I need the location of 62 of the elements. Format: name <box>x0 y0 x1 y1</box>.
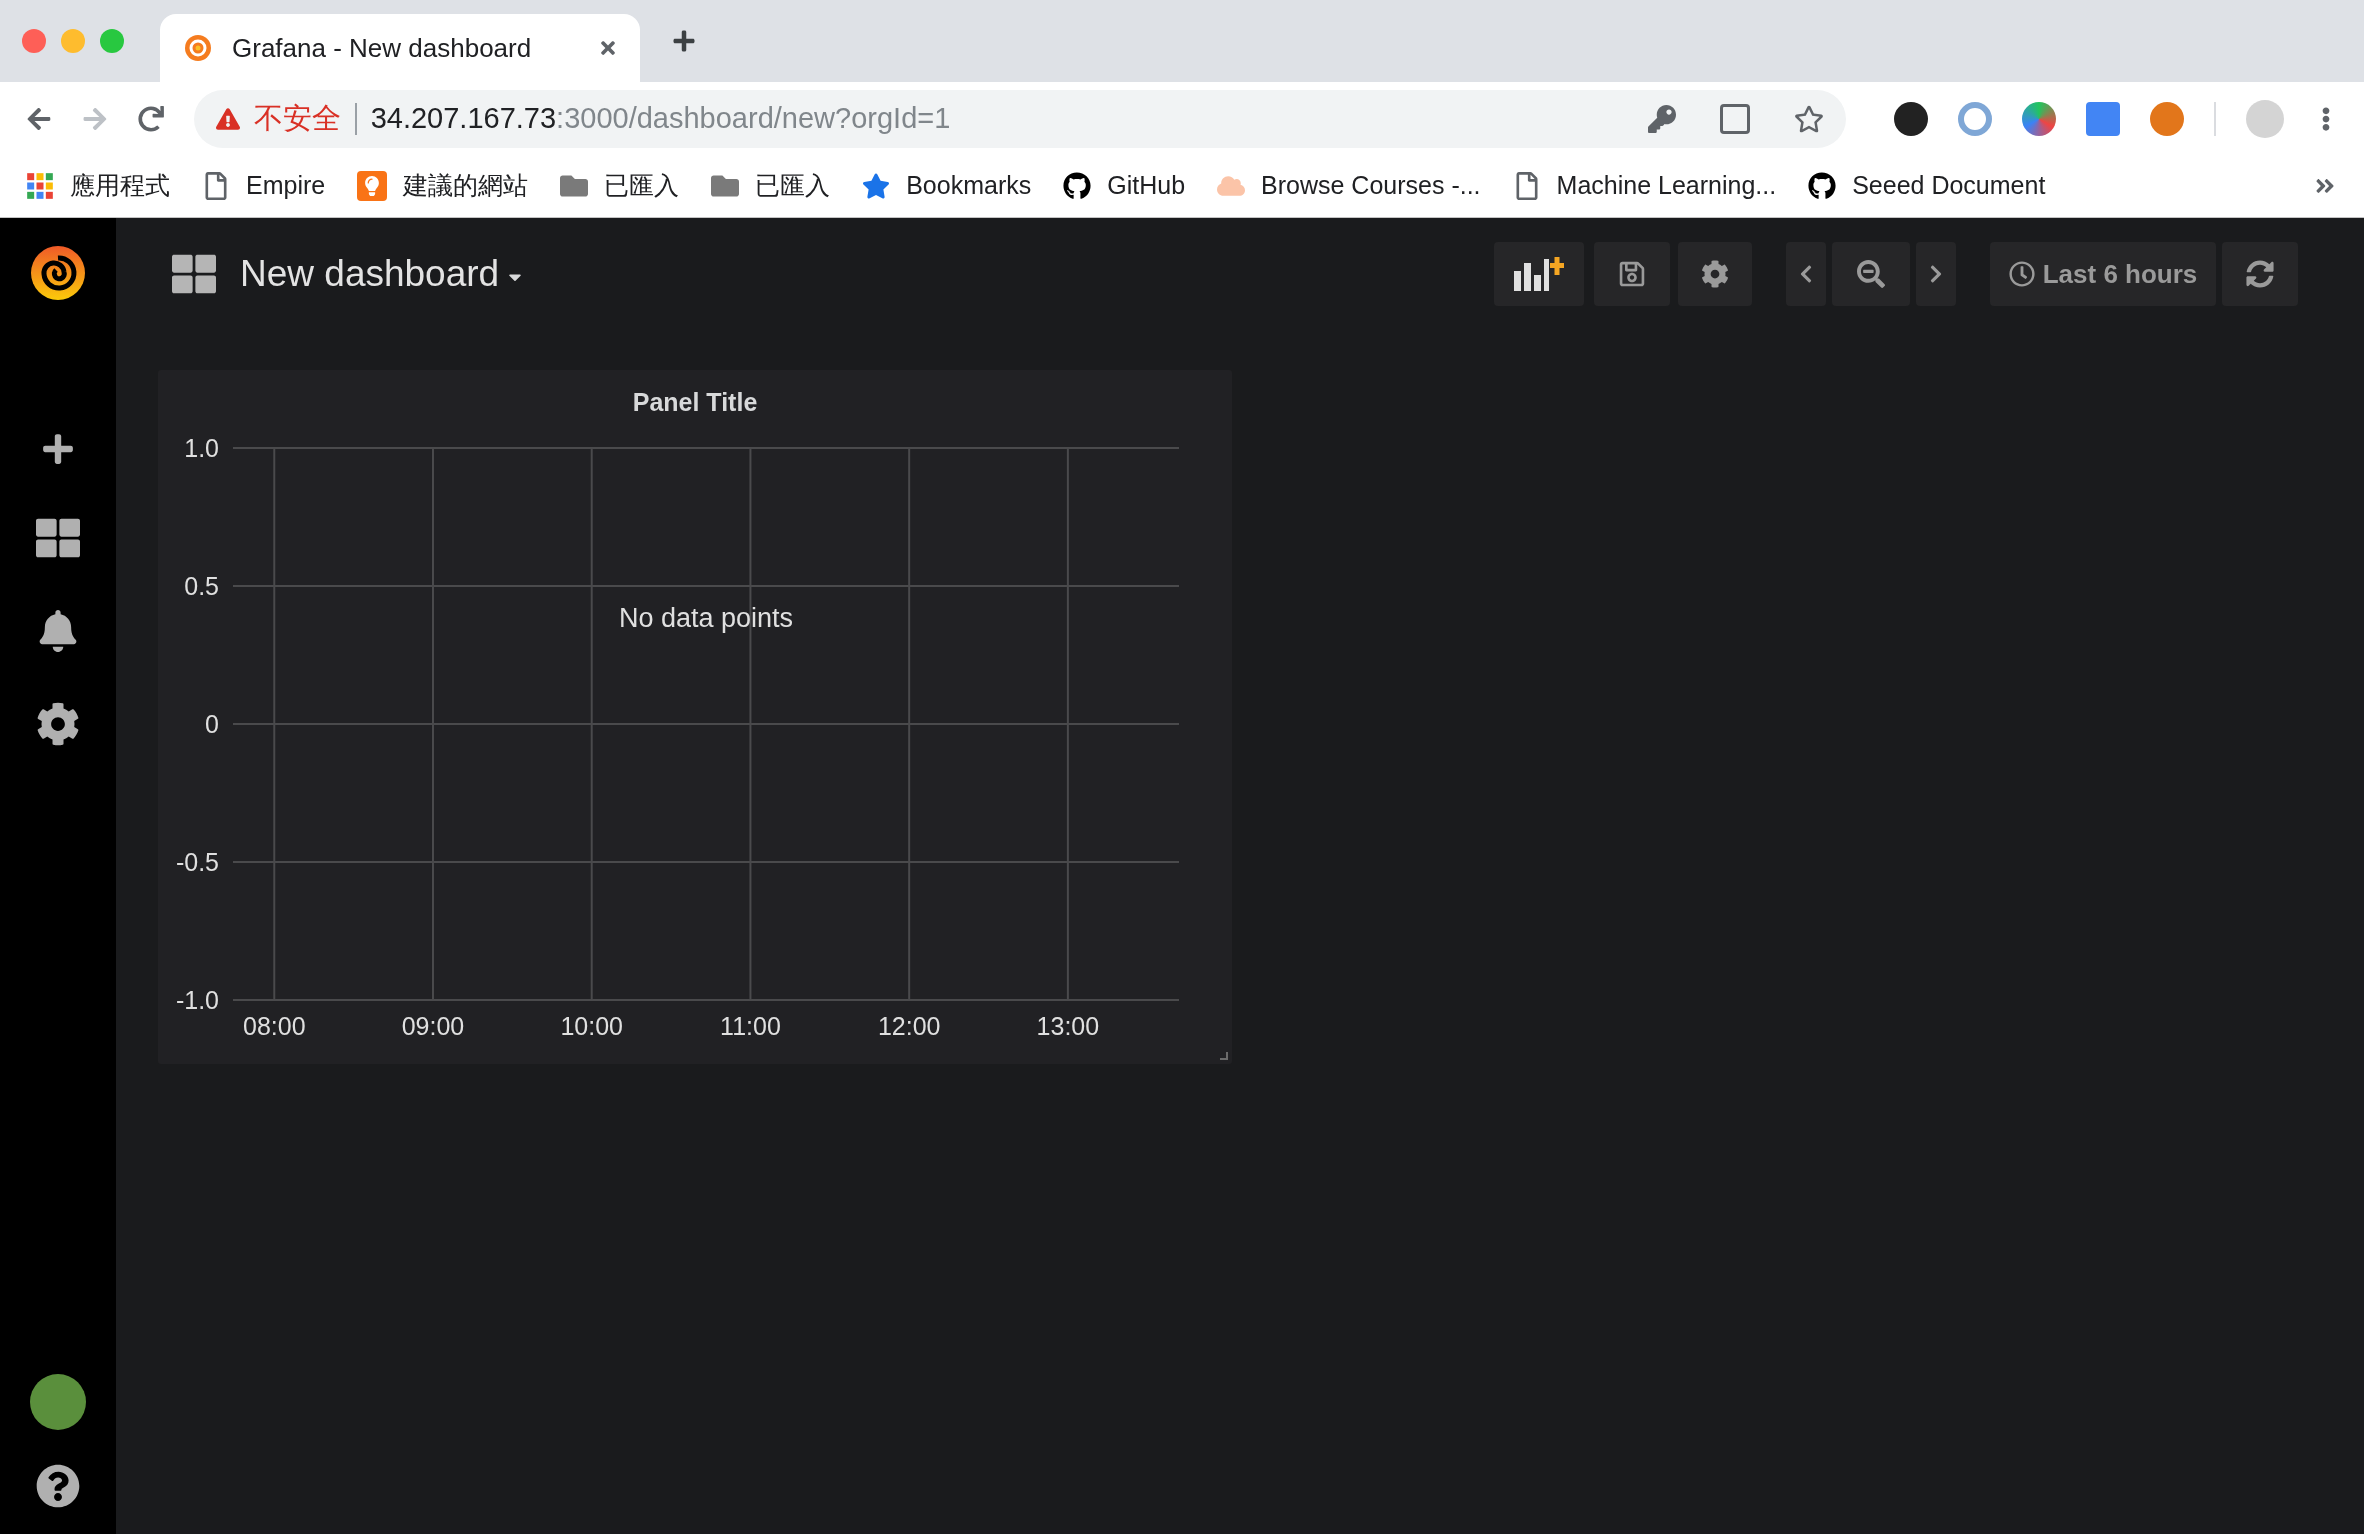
bookmark-item[interactable]: 建議的網站 <box>357 167 529 205</box>
browser-tab[interactable]: Grafana - New dashboard <box>160 14 640 82</box>
panel-title[interactable]: Panel Title <box>632 384 758 422</box>
x-axis-label: 13:00 <box>1036 1011 1100 1040</box>
x-axis-label: 08:00 <box>243 1011 306 1040</box>
y-axis-label: -1.0 <box>175 985 219 1014</box>
help-icon[interactable] <box>36 1464 80 1508</box>
zoom-out-button[interactable] <box>1832 242 1910 306</box>
add-panel-button[interactable] <box>1494 242 1584 306</box>
bookmark-item[interactable]: 應用程式 <box>26 167 170 205</box>
bookmark-item[interactable]: Seeed Document <box>1808 167 2046 205</box>
add-icon[interactable] <box>41 432 75 466</box>
bookmark-item[interactable]: Browse Courses -... <box>1217 167 1481 205</box>
bar-chart-plus-icon <box>1514 257 1564 291</box>
settings-button[interactable] <box>1678 242 1752 306</box>
save-button[interactable] <box>1594 242 1670 306</box>
address-bar[interactable]: 不安全 34.207.167.73:3000/dashboard/new?orgId=1 <box>193 89 1846 148</box>
previous-button[interactable] <box>1786 242 1826 306</box>
key-icon[interactable] <box>1648 104 1676 133</box>
y-axis-label: 1.0 <box>184 433 219 462</box>
url-text: 34.207.167.73:3000/dashboard/new?orgId=1 <box>370 100 952 136</box>
star-icon <box>862 172 891 200</box>
reload-icon[interactable] <box>137 105 164 132</box>
zoom-out-icon <box>1857 260 1885 288</box>
settings-icon[interactable] <box>36 702 80 746</box>
refresh-icon <box>2246 260 2274 288</box>
resize-handle-icon[interactable] <box>1220 1052 1228 1060</box>
user-avatar-icon[interactable] <box>30 1374 86 1430</box>
warning-icon <box>215 106 240 131</box>
close-icon[interactable] <box>598 38 618 58</box>
x-axis-label: 12:00 <box>877 1011 941 1040</box>
dashboard-grid-icon <box>172 252 216 296</box>
security-warning: 不安全 <box>253 100 341 136</box>
x-axis-label: 11:00 <box>720 1011 781 1040</box>
bookmark-item[interactable]: Bookmarks <box>862 167 1032 205</box>
dashboard-title[interactable]: New dashboard <box>240 246 500 302</box>
apps-grid-icon <box>26 172 54 200</box>
time-range-button[interactable]: Last 6 hours <box>1990 242 2216 306</box>
bookmark-item[interactable]: 已匯入 <box>711 167 831 205</box>
refresh-button[interactable] <box>2222 242 2298 306</box>
y-axis-label: 0 <box>205 709 219 738</box>
gear-icon <box>1701 260 1729 288</box>
x-axis-label: 09:00 <box>401 1011 465 1040</box>
github-icon <box>1063 172 1092 200</box>
clock-icon <box>2008 261 2035 287</box>
bookmark-item[interactable]: 已匯入 <box>560 167 680 205</box>
bookmark-item[interactable]: Empire <box>202 167 326 205</box>
bell-icon[interactable] <box>38 610 78 652</box>
bookmark-star-icon[interactable] <box>1794 103 1824 134</box>
github-icon <box>1808 172 1837 200</box>
dashboards-grid-icon[interactable] <box>36 516 80 560</box>
bookmark-item[interactable]: GitHub <box>1063 167 1186 205</box>
back-icon[interactable] <box>26 105 52 132</box>
y-axis-label: 0.5 <box>184 571 219 600</box>
tab-title: Grafana - New dashboard <box>232 31 533 65</box>
x-axis-label: 10:00 <box>560 1011 623 1040</box>
bulb-icon <box>357 171 388 201</box>
y-axis-label: -0.5 <box>175 847 219 876</box>
new-tab-icon[interactable] <box>672 29 696 53</box>
no-data-message: No data points <box>618 602 794 633</box>
bookmark-item[interactable]: Machine Learning... <box>1512 167 1777 205</box>
next-button[interactable] <box>1916 242 1956 306</box>
